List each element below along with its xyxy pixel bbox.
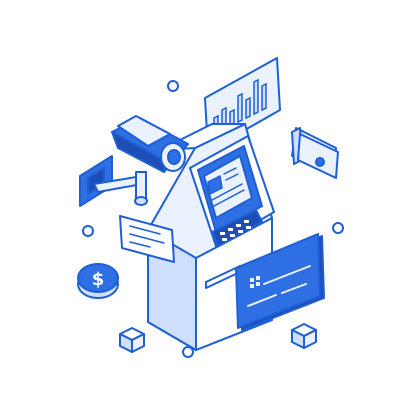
- decor-circle: [167, 80, 179, 92]
- dollar-coin-icon: $: [77, 263, 119, 299]
- wallet-icon: [291, 127, 339, 179]
- cube-icon: [119, 327, 145, 353]
- cube-icon: [291, 323, 317, 349]
- decor-circle: [82, 225, 94, 237]
- atm-security-illustration: $: [77, 57, 344, 358]
- dollar-symbol: $: [92, 269, 105, 290]
- decor-circle: [332, 222, 344, 234]
